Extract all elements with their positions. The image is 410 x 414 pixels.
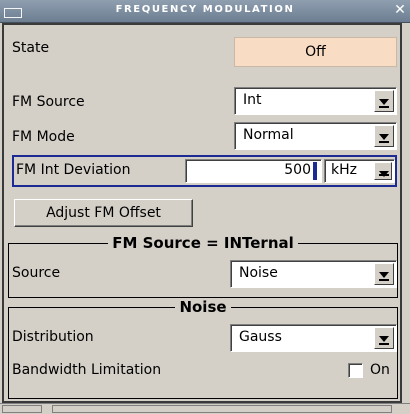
title-bar: FREQUENCY MODULATION ✕ <box>0 0 410 23</box>
chevron-down-icon[interactable] <box>374 263 394 285</box>
internal-section-title: FM Source = INTernal <box>108 234 298 252</box>
fm-int-deviation-unit-select[interactable]: kHz <box>324 159 395 183</box>
distribution-label: Distribution <box>12 329 94 345</box>
source-select[interactable]: Noise <box>230 260 397 288</box>
adjust-fm-offset-button[interactable]: Adjust FM Offset <box>14 199 193 227</box>
fm-source-select[interactable]: Int <box>234 87 397 115</box>
chevron-down-icon[interactable] <box>374 90 394 112</box>
distribution-select[interactable]: Gauss <box>230 324 397 352</box>
scroll-left-button[interactable] <box>2 405 42 413</box>
noise-section-title: Noise <box>175 298 231 316</box>
distribution-value: Gauss <box>239 329 282 345</box>
state-toggle-button[interactable]: Off <box>234 37 397 67</box>
fm-mode-label: FM Mode <box>12 129 75 145</box>
close-icon[interactable]: ✕ <box>392 2 408 19</box>
horizontal-scrollbar[interactable] <box>0 403 410 414</box>
state-label: State <box>12 40 50 56</box>
chevron-down-icon[interactable] <box>374 162 392 180</box>
bandwidth-limitation-on-label: On <box>370 362 390 378</box>
source-label: Source <box>12 265 61 281</box>
fm-int-deviation-input[interactable]: 500 <box>185 159 322 183</box>
fm-source-value: Int <box>243 92 262 108</box>
chevron-down-icon[interactable] <box>374 327 394 349</box>
fm-int-deviation-value: 500 <box>284 162 311 178</box>
fm-int-deviation-row: FM Int Deviation 500 kHz <box>12 155 397 187</box>
fm-int-deviation-label: FM Int Deviation <box>16 162 131 178</box>
chevron-down-icon[interactable] <box>374 125 394 147</box>
noise-section: Noise <box>8 298 398 399</box>
fm-source-label: FM Source <box>12 94 85 110</box>
bandwidth-limitation-checkbox[interactable] <box>348 363 363 378</box>
fm-mode-value: Normal <box>243 127 294 143</box>
scroll-thumb[interactable] <box>52 405 392 413</box>
window-title: FREQUENCY MODULATION <box>115 4 295 15</box>
text-cursor <box>313 162 317 180</box>
fm-mode-select[interactable]: Normal <box>234 122 397 150</box>
source-value: Noise <box>239 265 278 281</box>
fm-int-deviation-unit: kHz <box>331 162 357 178</box>
bandwidth-limitation-label: Bandwidth Limitation <box>12 362 162 378</box>
fm-panel: State Off FM Source Int FM Mode Normal F… <box>2 23 402 403</box>
